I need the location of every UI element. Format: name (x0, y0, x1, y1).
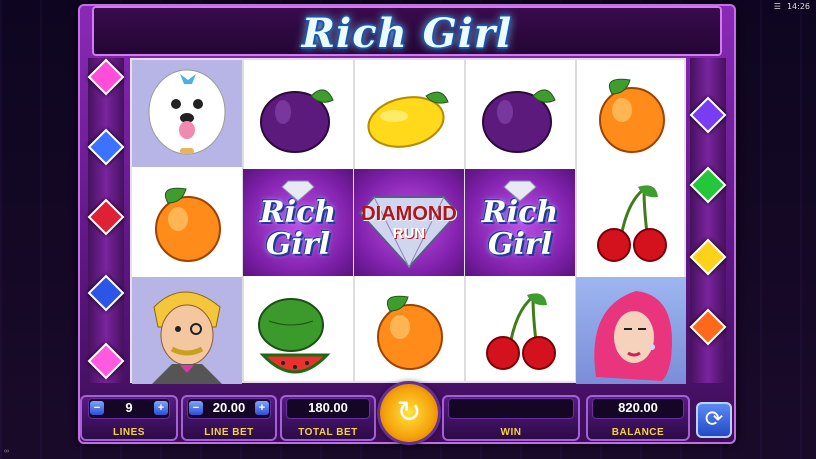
payline-gem-orange-icon[interactable] (689, 308, 727, 346)
win-display: WIN (442, 395, 580, 441)
total-bet-value: 180.00 (308, 400, 348, 415)
payline-gem-yellow-icon[interactable] (689, 238, 727, 276)
reel-symbol-watermelon (243, 277, 353, 384)
autoplay-button[interactable]: ⟳ (696, 402, 732, 438)
reel-symbol-lemon (354, 60, 464, 167)
reel-symbol-rich-girl-logo: Rich Girl (465, 169, 575, 276)
reel-symbol-plum (465, 60, 575, 167)
corner-mark: ∞ (4, 448, 9, 455)
reel-symbol-dog (132, 60, 242, 167)
reel-grid: Rich Girl DIAMOND RUN Rich Girl (130, 58, 686, 384)
spin-arrow-icon: ↻ (396, 395, 422, 430)
balance-display: 820.00 BALANCE (586, 395, 690, 441)
payline-gem-purple-icon[interactable] (689, 96, 727, 134)
reel-symbol-cherries (465, 277, 575, 384)
payline-gem-blue-icon[interactable] (87, 128, 125, 166)
total-bet-display: 180.00 TOTAL BET (280, 395, 376, 441)
title-bar: Rich Girl (92, 6, 722, 57)
lines-control: − 9 + LINES (80, 395, 178, 441)
payline-gem-green-icon[interactable] (689, 166, 727, 204)
total-bet-label: TOTAL BET (298, 427, 358, 438)
right-payline-rail (689, 58, 727, 383)
reel-symbol-cherries (576, 169, 686, 276)
status-time: 14:26 (786, 1, 810, 11)
spin-button[interactable]: ↻ (380, 384, 438, 442)
reel-symbol-butler (132, 277, 242, 384)
payline-gem-blue-icon[interactable] (87, 274, 125, 312)
lines-label: LINES (113, 427, 145, 438)
reel-symbol-peach (354, 277, 464, 384)
reel-symbol-rich-girl-lady (576, 277, 686, 384)
game-title: Rich Girl (301, 10, 513, 57)
balance-value: 820.00 (618, 400, 658, 415)
reel-symbol-diamond-run: DIAMOND RUN (354, 169, 464, 276)
line-bet-increase-button[interactable]: + (255, 401, 269, 415)
status-bar: ☰ 14:26 (768, 0, 816, 12)
autoplay-icon: ⟳ (704, 407, 724, 432)
reel-symbol-peach (132, 169, 242, 276)
lines-increase-button[interactable]: + (154, 401, 168, 415)
reel-symbol-plum (243, 60, 353, 167)
line-bet-control: − 20.00 + LINE BET (181, 395, 277, 441)
reel-symbol-rich-girl-logo: Rich Girl (243, 169, 353, 276)
balance-label: BALANCE (611, 427, 665, 438)
payline-gem-pink-icon[interactable] (87, 58, 125, 96)
payline-gem-pink-icon[interactable] (87, 342, 125, 380)
hamburger-icon[interactable]: ☰ (774, 2, 781, 11)
reel-symbol-peach (576, 60, 686, 167)
payline-gem-red-icon[interactable] (87, 198, 125, 236)
win-label: WIN (500, 427, 522, 438)
left-payline-rail (87, 58, 125, 383)
line-bet-label: LINE BET (204, 427, 254, 438)
